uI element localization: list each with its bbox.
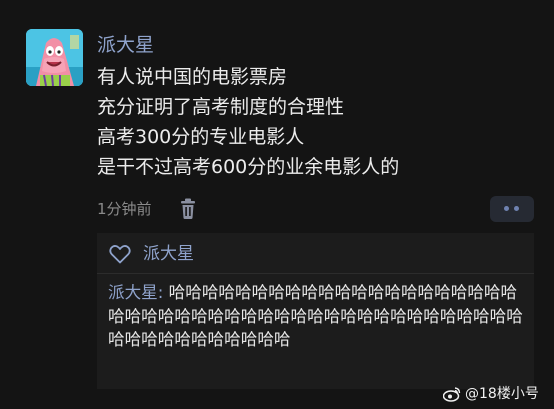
reply-text: 派大星: 哈哈哈哈哈哈哈哈哈哈哈哈哈哈哈哈哈哈哈哈哈哈哈哈哈哈哈哈哈哈哈哈哈哈哈…	[108, 281, 528, 352]
more-dot	[514, 206, 519, 211]
post-line: 是干不过高考600分的业余电影人的	[97, 156, 400, 178]
more-options-button[interactable]	[490, 196, 534, 222]
post-timestamp: 1分钟前	[97, 200, 152, 218]
liker-name[interactable]: 派大星	[143, 243, 194, 265]
post-line: 充分证明了高考制度的合理性	[97, 96, 345, 118]
divider	[97, 273, 534, 274]
watermark-text: @18楼小号	[465, 386, 539, 402]
reply-box: 派大星 派大星: 哈哈哈哈哈哈哈哈哈哈哈哈哈哈哈哈哈哈哈哈哈哈哈哈哈哈哈哈哈哈哈…	[97, 233, 534, 389]
post-line: 高考300分的专业电影人	[97, 126, 305, 148]
heart-icon[interactable]	[109, 244, 131, 264]
weibo-icon	[443, 387, 461, 402]
patrick-star-avatar-icon	[26, 29, 83, 86]
post-line: 有人说中国的电影票房	[97, 66, 288, 88]
trash-icon[interactable]	[178, 198, 198, 220]
avatar[interactable]	[26, 29, 83, 86]
comment-screen: 派大星 有人说中国的电影票房 充分证明了高考制度的合理性 高考300分的专业电影…	[0, 0, 554, 409]
reply-content: 哈哈哈哈哈哈哈哈哈哈哈哈哈哈哈哈哈哈哈哈哈哈哈哈哈哈哈哈哈哈哈哈哈哈哈哈哈哈哈哈…	[108, 283, 523, 349]
more-dot	[504, 206, 509, 211]
reply-author[interactable]: 派大星:	[108, 283, 163, 302]
post-username[interactable]: 派大星	[97, 33, 154, 57]
post-body: 有人说中国的电影票房 充分证明了高考制度的合理性 高考300分的专业电影人 是干…	[97, 62, 537, 182]
